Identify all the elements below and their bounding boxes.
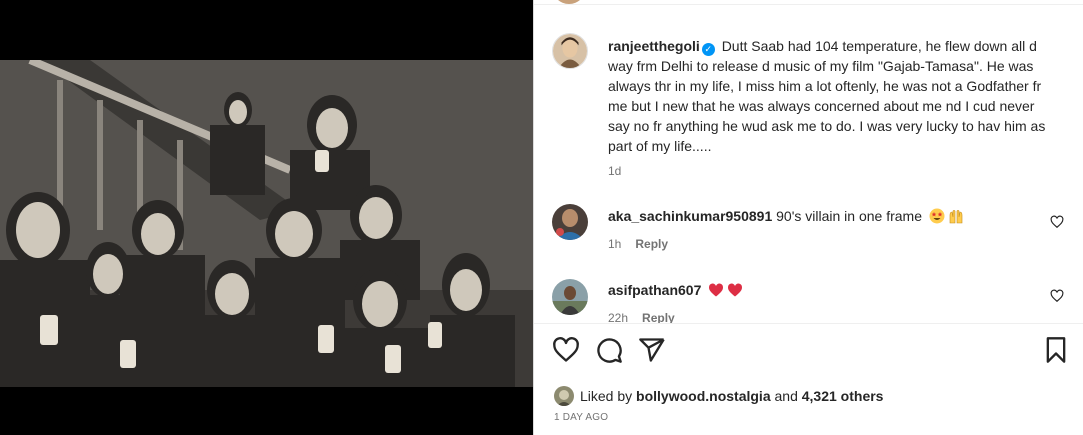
- comment-username[interactable]: asifpathan607: [608, 282, 701, 298]
- likes-summary: Liked by bollywood.nostalgia and 4,321 o…: [554, 384, 883, 408]
- comment-meta: 22h Reply: [608, 311, 675, 323]
- comment-avatar[interactable]: [552, 204, 588, 240]
- post-caption: ranjeetthegoli ✓ Dutt Saab had 104 temper…: [608, 36, 1058, 156]
- comment-item: aka_sachinkumar950891 90's villain in on…: [608, 206, 964, 226]
- post-side-panel: ranjeetthegoli ✓ Dutt Saab had 104 temper…: [533, 0, 1083, 435]
- comment-item: asifpathan607: [608, 280, 743, 300]
- comments-scroll-area[interactable]: ranjeetthegoli ✓ Dutt Saab had 104 temper…: [534, 0, 1083, 323]
- verified-badge-icon: ✓: [701, 43, 715, 56]
- liked-by-and: and: [774, 388, 798, 404]
- comment-text: 90's villain in one frame: [776, 208, 922, 224]
- liker-avatar[interactable]: [554, 386, 574, 406]
- likes-count[interactable]: 4,321 others: [802, 388, 884, 404]
- post-date[interactable]: 1 DAY AGO: [554, 412, 608, 423]
- post-photo[interactable]: [0, 60, 533, 387]
- comment-age[interactable]: 22h: [608, 311, 628, 323]
- post-media-pane: [0, 0, 533, 435]
- reply-button[interactable]: Reply: [635, 237, 668, 251]
- comment-username[interactable]: aka_sachinkumar950891: [608, 208, 772, 224]
- liked-by-prefix: Liked by: [580, 388, 633, 404]
- share-icon[interactable]: [638, 336, 666, 364]
- comment-avatar[interactable]: [552, 279, 588, 315]
- comment-icon[interactable]: [595, 336, 623, 364]
- comment-age[interactable]: 1h: [608, 237, 621, 251]
- like-comment-icon[interactable]: [1050, 215, 1064, 229]
- raising-hands-emoji: [948, 208, 964, 224]
- author-avatar[interactable]: [552, 33, 588, 69]
- author-username[interactable]: ranjeetthegoli: [608, 38, 700, 54]
- star-struck-emoji: [929, 208, 945, 224]
- red-heart-emoji: [708, 282, 724, 298]
- like-comment-icon[interactable]: [1050, 289, 1064, 303]
- actions-divider: [534, 323, 1083, 324]
- header-divider: [534, 4, 1083, 5]
- comment-meta: 1h Reply: [608, 237, 668, 251]
- red-heart-emoji: [727, 282, 743, 298]
- bookmark-icon[interactable]: [1042, 336, 1070, 364]
- post-action-bar: [534, 336, 1083, 370]
- heart-icon[interactable]: [552, 336, 580, 364]
- caption-meta: 1d: [608, 164, 621, 178]
- reply-button[interactable]: Reply: [642, 311, 675, 323]
- caption-text: Dutt Saab had 104 temperature, he flew d…: [608, 38, 1046, 154]
- liker-username[interactable]: bollywood.nostalgia: [636, 388, 771, 404]
- caption-age[interactable]: 1d: [608, 164, 621, 178]
